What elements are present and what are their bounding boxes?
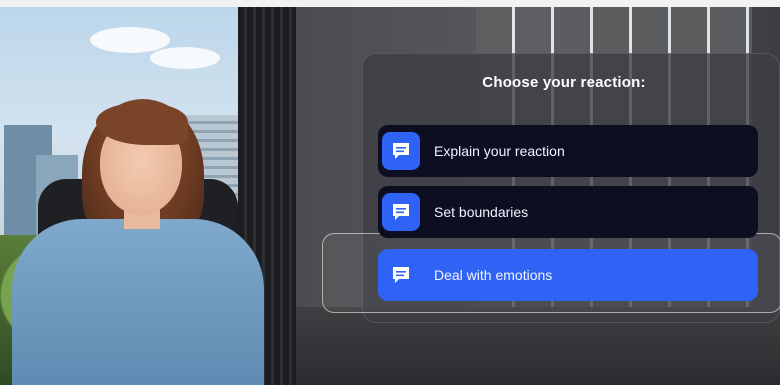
reaction-option-label: Explain your reaction (434, 143, 565, 159)
reaction-option-boundaries[interactable]: Set boundaries (378, 186, 758, 238)
reaction-option-label: Deal with emotions (434, 267, 553, 283)
reaction-option-explain[interactable]: Explain your reaction (378, 125, 758, 177)
chat-message-icon (382, 193, 420, 231)
reaction-option-label: Set boundaries (434, 204, 529, 220)
chat-message-icon (382, 132, 420, 170)
reaction-option-emotions[interactable]: Deal with emotions (378, 249, 758, 301)
avatar-shirt (12, 219, 264, 385)
reaction-panel-title: Choose your reaction: (482, 74, 646, 91)
chat-message-icon (382, 256, 420, 294)
